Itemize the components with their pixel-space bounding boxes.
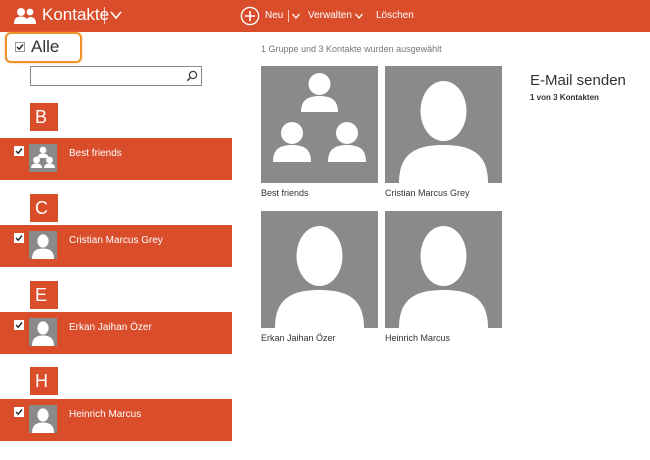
item-name: Erkan Jaihan Özer — [69, 322, 152, 333]
checkmark-icon — [15, 148, 23, 155]
delete-button[interactable]: Löschen — [376, 10, 414, 22]
search-box[interactable] — [30, 66, 202, 86]
person-icon — [32, 321, 54, 346]
checkmark-icon — [15, 409, 23, 416]
selection-status: 1 Gruppe und 3 Kontakte wurden ausgewähl… — [261, 44, 442, 54]
send-email-button[interactable]: E-Mail senden — [530, 72, 626, 90]
person-icon — [32, 234, 54, 259]
checkmark-icon — [16, 44, 24, 51]
contact-tile-heinrich[interactable] — [385, 211, 502, 328]
contact-avatar — [29, 318, 57, 346]
item-checkbox[interactable] — [14, 320, 24, 330]
app-bar: Kontakte Neu Verwalten Löschen — [0, 0, 650, 32]
item-name: Best friends — [69, 148, 122, 159]
group-avatar — [29, 144, 57, 172]
contact-tile-best-friends[interactable] — [261, 66, 378, 183]
chevron-down-icon[interactable] — [292, 13, 300, 19]
list-item[interactable]: Erkan Jaihan Özer — [0, 312, 232, 354]
plus-circle-icon[interactable] — [240, 6, 260, 26]
tile-label: Erkan Jaihan Özer — [261, 333, 336, 343]
send-email-count: 1 von 3 Kontakten — [530, 93, 599, 102]
contact-avatar — [29, 405, 57, 433]
item-name: Heinrich Marcus — [69, 409, 142, 420]
group-icon — [31, 146, 55, 168]
contact-tile-erkan[interactable] — [261, 211, 378, 328]
search-input[interactable] — [31, 67, 179, 85]
app-title[interactable]: Kontakte — [42, 5, 109, 25]
checkmark-icon — [15, 322, 23, 329]
select-all-label: Alle — [31, 37, 60, 56]
checkmark-icon — [15, 235, 23, 242]
new-button[interactable]: Neu — [265, 10, 283, 22]
item-checkbox[interactable] — [14, 407, 24, 417]
index-letter-e[interactable]: E — [30, 281, 58, 309]
list-item[interactable]: Heinrich Marcus — [0, 399, 232, 441]
contact-avatar — [29, 231, 57, 259]
contact-tile-cristian[interactable] — [385, 66, 502, 183]
item-checkbox[interactable] — [14, 146, 24, 156]
person-icon — [399, 81, 488, 183]
item-checkbox[interactable] — [14, 233, 24, 243]
tile-label: Best friends — [261, 188, 309, 198]
new-divider — [288, 10, 289, 22]
index-letter-c[interactable]: C — [30, 194, 58, 222]
select-all-toggle[interactable]: Alle — [5, 32, 82, 63]
chevron-down-icon[interactable] — [355, 13, 363, 19]
title-divider — [104, 7, 105, 24]
item-name: Cristian Marcus Grey — [69, 235, 163, 246]
list-item[interactable]: Best friends — [0, 138, 232, 180]
group-icon — [273, 73, 366, 162]
chevron-down-icon[interactable] — [110, 10, 122, 20]
list-item[interactable]: Cristian Marcus Grey — [0, 225, 232, 267]
people-icon — [14, 8, 36, 24]
person-icon — [275, 226, 364, 328]
manage-button[interactable]: Verwalten — [308, 10, 352, 22]
index-letter-h[interactable]: H — [30, 367, 58, 395]
person-icon — [399, 226, 488, 328]
index-letter-b[interactable]: B — [30, 103, 58, 131]
tile-label: Heinrich Marcus — [385, 333, 451, 343]
search-icon[interactable] — [186, 70, 198, 82]
tile-label: Cristian Marcus Grey — [385, 188, 470, 198]
select-all-checkbox[interactable] — [15, 42, 25, 52]
person-icon — [32, 408, 54, 433]
